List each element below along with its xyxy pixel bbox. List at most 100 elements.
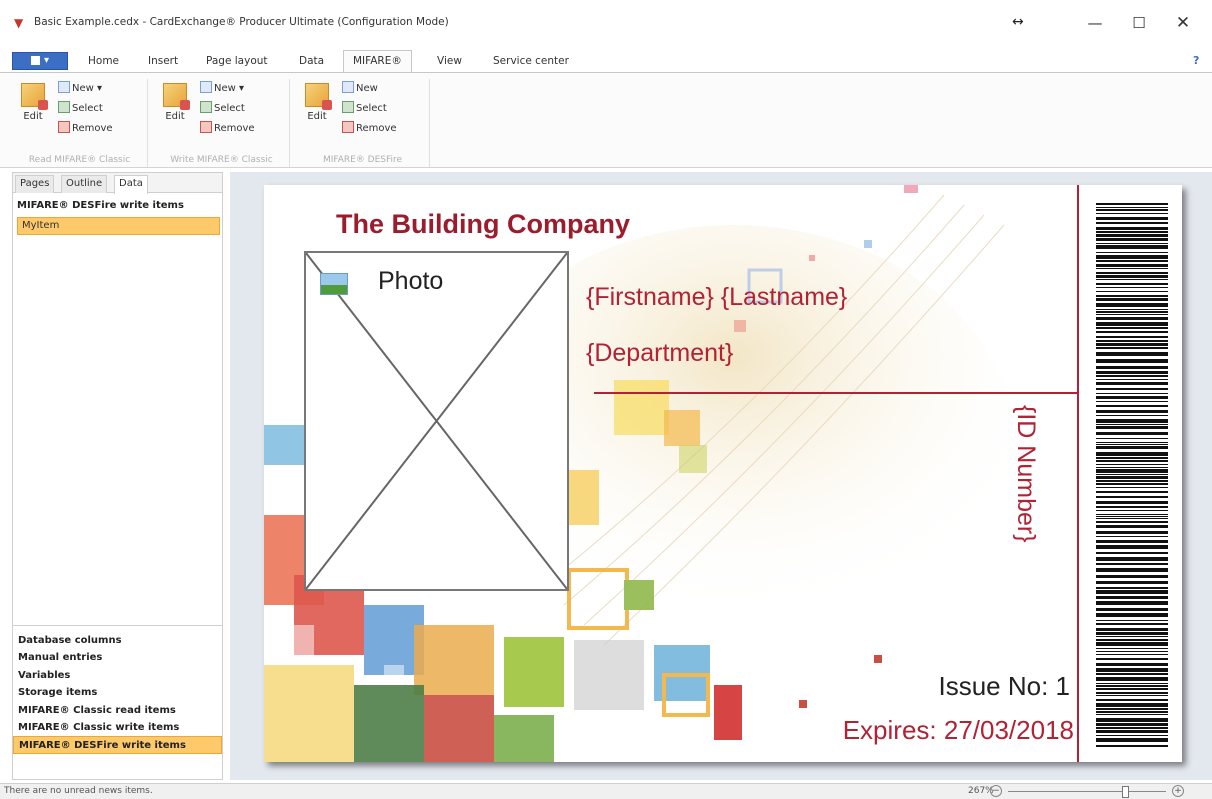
barcode-bar (1096, 654, 1168, 655)
barcode-bar (1096, 620, 1168, 621)
barcode-bar (1096, 514, 1168, 515)
barcode-bar (1096, 460, 1168, 462)
barcode-bar (1096, 438, 1168, 439)
barcode-bar (1096, 718, 1168, 722)
barcode-bar (1096, 673, 1168, 675)
barcode-bar (1096, 708, 1168, 710)
window-title: Basic Example.cedx - CardExchange® Produ… (34, 16, 449, 28)
barcode-bar (1096, 695, 1168, 696)
barcode-bar (1096, 628, 1168, 631)
category-classic-read-items[interactable]: MIFARE® Classic read items (13, 702, 222, 719)
remove-read-classic-button[interactable]: Remove (58, 121, 113, 137)
tab-page-layout[interactable]: Page layout (206, 53, 268, 69)
barcode-bar (1096, 590, 1168, 594)
divider-horizontal (594, 392, 1079, 394)
close-button[interactable]: ✕ (1168, 12, 1198, 34)
select-write-classic-button[interactable]: Select (200, 101, 245, 117)
tab-pages[interactable]: Pages (15, 175, 55, 193)
department-field[interactable]: {Department} (586, 339, 733, 368)
barcode-bar (1096, 379, 1168, 380)
edit-write-classic-button[interactable]: Edit (158, 81, 192, 122)
help-icon[interactable]: ? (1193, 54, 1199, 67)
issue-number[interactable]: Issue No: 1 (938, 671, 1070, 702)
remove-write-classic-button[interactable]: Remove (200, 121, 255, 137)
barcode-bar (1096, 444, 1168, 445)
new-write-classic-button[interactable]: New ▾ (200, 81, 244, 97)
barcode-bar (1096, 476, 1168, 479)
zoom-in-button[interactable]: + (1172, 785, 1184, 797)
minimize-button[interactable]: — (1080, 12, 1110, 34)
category-manual-entries[interactable]: Manual entries (13, 649, 222, 666)
tab-view[interactable]: View (437, 53, 462, 69)
barcode-bar (1096, 525, 1168, 528)
barcode-bar (1096, 343, 1168, 346)
group-read-mifare-classic: Edit New ▾ Select Remove Read MIFARE® Cl… (12, 79, 148, 167)
barcode-bar (1096, 501, 1168, 504)
app-icon: ▼ (14, 16, 24, 30)
barcode-bar (1096, 496, 1168, 498)
barcode-bar (1096, 405, 1168, 407)
data-section-heading: MIFARE® DESFire write items (17, 200, 184, 211)
select-read-classic-button[interactable]: Select (58, 101, 103, 117)
category-storage-items[interactable]: Storage items (13, 684, 222, 701)
barcode-bar (1096, 424, 1168, 425)
barcode-bar (1096, 735, 1168, 736)
category-variables[interactable]: Variables (13, 667, 222, 684)
id-card[interactable]: The Building Company Photo {Firstname} {… (264, 185, 1182, 762)
barcode-bar (1096, 213, 1168, 214)
barcode-bar (1096, 483, 1168, 485)
edit-read-classic-button[interactable]: Edit (16, 81, 50, 122)
barcode-bar (1096, 432, 1168, 435)
tab-outline[interactable]: Outline (61, 175, 108, 193)
barcode-bar (1096, 480, 1168, 482)
tab-mifare[interactable]: MIFARE® (343, 50, 412, 72)
tab-data[interactable]: Data (299, 53, 324, 69)
barcode-bar (1096, 382, 1168, 385)
remove-desfire-button[interactable]: Remove (342, 121, 397, 137)
barcode-bar (1096, 209, 1168, 211)
barcode-bar (1096, 685, 1168, 687)
category-desfire-write-items[interactable]: MIFARE® DESFire write items (13, 736, 222, 754)
barcode-bar (1096, 457, 1168, 459)
list-item-myitem[interactable]: MyItem (17, 217, 220, 235)
barcode-bar (1096, 234, 1168, 237)
barcode-bar (1096, 238, 1168, 241)
barcode-bar (1096, 255, 1168, 259)
category-database-columns[interactable]: Database columns (13, 632, 222, 649)
zoom-slider-thumb[interactable] (1121, 786, 1129, 798)
tab-data-panel[interactable]: Data (114, 175, 148, 194)
file-menu-button[interactable]: ▾ (12, 52, 68, 70)
new-read-classic-button[interactable]: New ▾ (58, 81, 102, 97)
zoom-slider-track[interactable] (1008, 791, 1166, 792)
barcode-bar (1096, 331, 1168, 333)
barcode-bar (1096, 692, 1168, 694)
tab-home[interactable]: Home (88, 53, 119, 69)
company-name: The Building Company (336, 209, 630, 239)
barcode-bar (1096, 371, 1168, 374)
photo-placeholder-cross (306, 253, 567, 589)
group-label: Write MIFARE® Classic (170, 155, 273, 165)
tab-service-center[interactable]: Service center (493, 53, 569, 69)
barcode-bar (1096, 396, 1168, 399)
remove-icon (342, 121, 354, 133)
zoom-out-button[interactable]: − (990, 785, 1002, 797)
new-desfire-button[interactable]: New (342, 81, 378, 97)
barcode-bar (1096, 510, 1168, 511)
select-desfire-button[interactable]: Select (342, 101, 387, 117)
category-classic-write-items[interactable]: MIFARE® Classic write items (13, 719, 222, 736)
barcode-bar (1096, 317, 1168, 320)
barcode-bar (1096, 557, 1168, 561)
maximize-button[interactable]: ☐ (1124, 12, 1154, 34)
photo-placeholder[interactable]: Photo (304, 251, 569, 591)
resize-icon[interactable]: ↔ (1012, 14, 1024, 30)
new-icon (342, 81, 354, 93)
document-icon (30, 55, 40, 65)
barcode-bar (1096, 252, 1168, 253)
expiry-date[interactable]: Expires: 27/03/2018 (843, 715, 1074, 746)
tab-insert[interactable]: Insert (148, 53, 178, 69)
barcode-bar (1096, 464, 1168, 465)
barcode-bar (1096, 231, 1168, 233)
barcode[interactable] (1096, 203, 1168, 751)
name-field[interactable]: {Firstname} {Lastname} (586, 283, 847, 312)
edit-desfire-button[interactable]: Edit (300, 81, 334, 122)
